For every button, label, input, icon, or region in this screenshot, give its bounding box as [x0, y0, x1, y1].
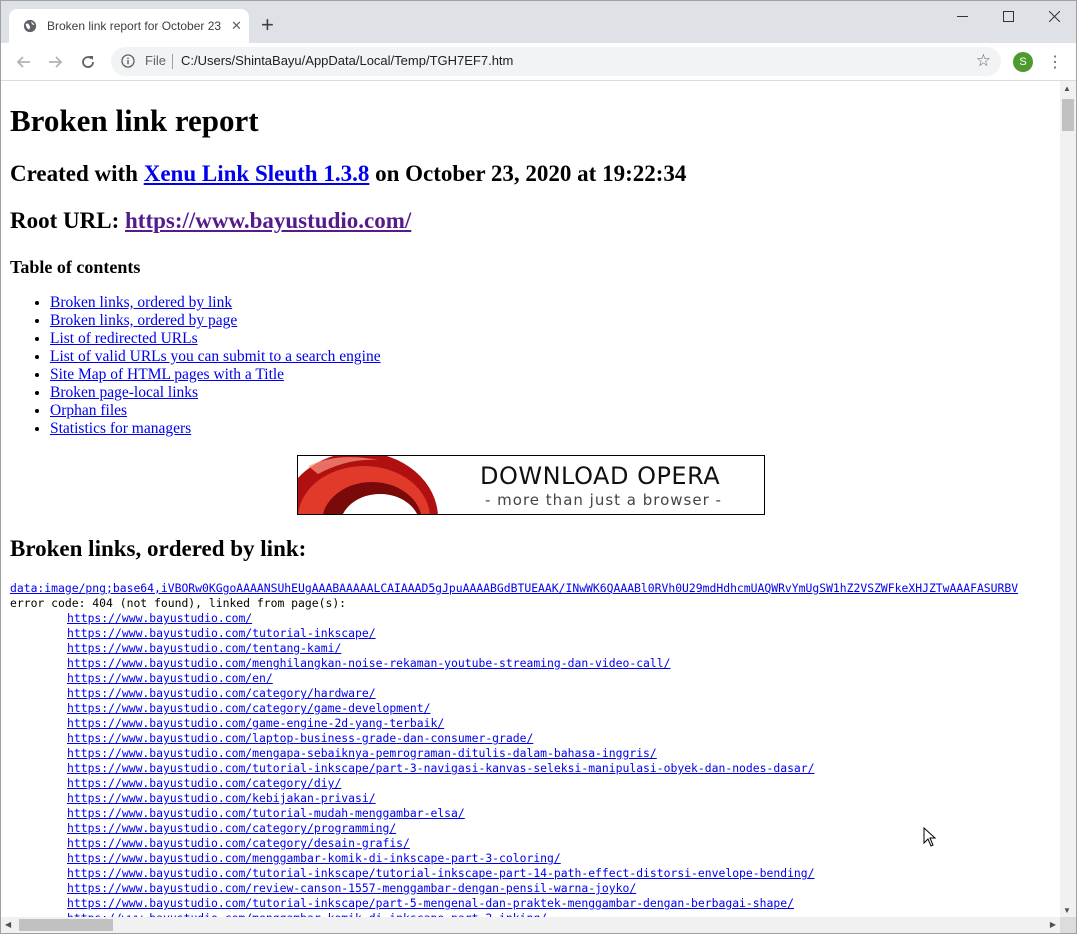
forward-button[interactable] — [45, 51, 67, 73]
page-content: Broken link report Created with Xenu Lin… — [1, 81, 1060, 917]
new-tab-button[interactable]: + — [261, 13, 274, 37]
broken-links-heading: Broken links, ordered by link: — [10, 536, 307, 561]
toc-item: Orphan files — [50, 402, 381, 420]
toc-link-broken-by-link[interactable]: Broken links, ordered by link — [50, 294, 232, 311]
address-bar[interactable]: File C:/Users/ShintaBayu/AppData/Local/T… — [111, 47, 1001, 76]
toc-item: Broken links, ordered by link — [50, 294, 381, 312]
minimize-button[interactable] — [939, 1, 985, 31]
omnibox-separator — [172, 54, 173, 69]
root-prefix: Root URL: — [10, 208, 125, 233]
profile-avatar[interactable]: S — [1013, 52, 1033, 72]
toc-heading: Table of contents — [10, 257, 141, 277]
linked-page-link[interactable]: https://www.bayustudio.com/tutorial-inks… — [10, 866, 1018, 881]
vertical-scrollbar[interactable]: ▲ ▼ — [1060, 81, 1076, 917]
vertical-scroll-thumb[interactable] — [1062, 99, 1074, 131]
minimize-icon — [956, 15, 968, 17]
scroll-right-icon[interactable]: ▶ — [1050, 920, 1056, 929]
file-scheme-label: File — [145, 53, 166, 68]
table-of-contents: Broken links, ordered by link Broken lin… — [10, 294, 381, 438]
opera-banner[interactable]: DOWNLOAD OPERA - more than just a browse… — [297, 455, 765, 515]
globe-icon — [23, 19, 37, 33]
linked-page-link[interactable]: https://www.bayustudio.com/category/desa… — [10, 836, 1018, 851]
bookmark-star-icon[interactable]: ☆ — [976, 51, 991, 71]
broken-links-list: data:image/png;base64,iVBORw0KGgoAAAANSU… — [10, 581, 1018, 917]
toc-item: Statistics for managers — [50, 420, 381, 438]
browser-toolbar: File C:/Users/ShintaBayu/AppData/Local/T… — [1, 43, 1076, 81]
linked-page-link[interactable]: https://www.bayustudio.com/category/hard… — [10, 686, 1018, 701]
root-url-heading: Root URL: https://www.bayustudio.com/ — [10, 208, 411, 234]
broken-link-url[interactable]: data:image/png;base64,iVBORw0KGgoAAAANSU… — [10, 581, 1018, 596]
horizontal-scroll-thumb[interactable] — [19, 919, 113, 931]
linked-page-link[interactable]: https://www.bayustudio.com/game-engine-2… — [10, 716, 1018, 731]
browser-window: Broken link report for October 23 ✕ + Fi… — [0, 0, 1077, 934]
linked-page-link[interactable]: https://www.bayustudio.com/tentang-kami/ — [10, 641, 1018, 656]
back-button[interactable] — [12, 51, 34, 73]
toc-link-valid-urls[interactable]: List of valid URLs you can submit to a s… — [50, 348, 381, 365]
scroll-down-icon[interactable]: ▼ — [1063, 906, 1071, 915]
forward-arrow-icon — [49, 56, 63, 68]
toc-item: Broken links, ordered by page — [50, 312, 381, 330]
created-suffix: on October 23, 2020 at 19:22:34 — [369, 161, 687, 186]
maximize-icon — [1002, 10, 1014, 22]
close-window-button[interactable] — [1031, 1, 1076, 31]
linked-page-link[interactable]: https://www.bayustudio.com/laptop-busine… — [10, 731, 1018, 746]
scroll-up-icon[interactable]: ▲ — [1063, 84, 1071, 93]
tab-close-icon[interactable]: ✕ — [231, 18, 242, 34]
linked-page-link[interactable]: https://www.bayustudio.com/kebijakan-pri… — [10, 791, 1018, 806]
opera-logo-icon — [298, 456, 458, 514]
linked-page-link[interactable]: https://www.bayustudio.com/ — [10, 611, 1018, 626]
close-icon — [1048, 10, 1060, 22]
toc-item: Broken page-local links — [50, 384, 381, 402]
url-text[interactable]: C:/Users/ShintaBayu/AppData/Local/Temp/T… — [181, 53, 513, 68]
toc-link-site-map[interactable]: Site Map of HTML pages with a Title — [50, 366, 284, 383]
toc-item: List of redirected URLs — [50, 330, 381, 348]
linked-page-link[interactable]: https://www.bayustudio.com/tutorial-inks… — [10, 761, 1018, 776]
tab-strip: Broken link report for October 23 ✕ + — [1, 1, 1076, 43]
mouse-cursor-icon — [923, 827, 937, 847]
browser-menu-icon[interactable]: ⋮ — [1047, 52, 1063, 72]
linked-pages: https://www.bayustudio.com/https://www.b… — [10, 611, 1018, 917]
info-icon[interactable] — [121, 54, 135, 68]
banner-title: DOWNLOAD OPERA — [480, 462, 721, 490]
linked-page-link[interactable]: https://www.bayustudio.com/category/diy/ — [10, 776, 1018, 791]
linked-page-link[interactable]: https://www.bayustudio.com/tutorial-inks… — [10, 896, 1018, 911]
linked-page-link[interactable]: https://www.bayustudio.com/tutorial-inks… — [10, 626, 1018, 641]
linked-page-link[interactable]: https://www.bayustudio.com/mengapa-sebai… — [10, 746, 1018, 761]
linked-page-link[interactable]: https://www.bayustudio.com/tutorial-muda… — [10, 806, 1018, 821]
toc-link-orphan-files[interactable]: Orphan files — [50, 402, 127, 419]
tab-title: Broken link report for October 23 — [47, 19, 222, 33]
linked-page-link[interactable]: https://www.bayustudio.com/category/prog… — [10, 821, 1018, 836]
page-title: Broken link report — [10, 103, 259, 138]
created-prefix: Created with — [10, 161, 144, 186]
horizontal-scrollbar[interactable]: ◀ ▶ — [1, 917, 1060, 933]
linked-page-link[interactable]: https://www.bayustudio.com/menghilangkan… — [10, 656, 1018, 671]
browser-tab[interactable]: Broken link report for October 23 ✕ — [9, 9, 249, 43]
linked-page-link[interactable]: https://www.bayustudio.com/review-canson… — [10, 881, 1018, 896]
xenu-link[interactable]: Xenu Link Sleuth 1.3.8 — [144, 161, 370, 186]
reload-icon — [82, 56, 94, 68]
toc-link-page-local[interactable]: Broken page-local links — [50, 384, 198, 401]
linked-page-link[interactable]: https://www.bayustudio.com/en/ — [10, 671, 1018, 686]
scroll-left-icon[interactable]: ◀ — [5, 920, 11, 929]
toc-link-redirected[interactable]: List of redirected URLs — [50, 330, 198, 347]
toc-item: Site Map of HTML pages with a Title — [50, 366, 381, 384]
back-arrow-icon — [16, 56, 30, 68]
banner-subtitle: - more than just a browser - — [485, 491, 722, 509]
scrollbar-corner — [1060, 917, 1076, 933]
root-url-link[interactable]: https://www.bayustudio.com/ — [125, 208, 411, 233]
created-heading: Created with Xenu Link Sleuth 1.3.8 on O… — [10, 161, 686, 187]
reload-button[interactable] — [77, 51, 99, 73]
toc-item: List of valid URLs you can submit to a s… — [50, 348, 381, 366]
linked-page-link[interactable]: https://www.bayustudio.com/menggambar-ko… — [10, 851, 1018, 866]
toc-link-broken-by-page[interactable]: Broken links, ordered by page — [50, 312, 237, 329]
toc-link-statistics[interactable]: Statistics for managers — [50, 420, 191, 437]
linked-page-link[interactable]: https://www.bayustudio.com/category/game… — [10, 701, 1018, 716]
error-line: error code: 404 (not found), linked from… — [10, 596, 347, 610]
maximize-button[interactable] — [985, 1, 1031, 31]
